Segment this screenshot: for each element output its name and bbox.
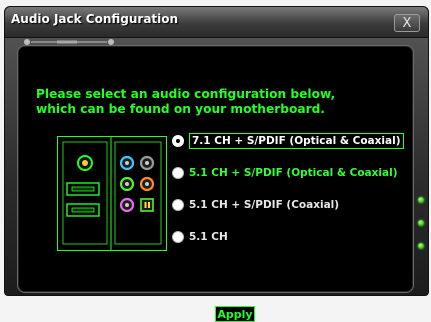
content-panel: Please select an audio configuration bel… xyxy=(17,45,414,322)
option-5-1-ch-spdif-coaxial[interactable]: 5.1 CH + S/PDIF (Coaxial) xyxy=(173,194,413,216)
audio-jack-panel-icon xyxy=(57,136,167,251)
radio-checked-icon[interactable] xyxy=(173,136,183,146)
option-label: 7.1 CH + S/PDIF (Optical & Coaxial) xyxy=(189,133,404,149)
option-label: 5.1 CH xyxy=(189,231,228,243)
option-5-1-ch[interactable]: 5.1 CH xyxy=(173,226,413,248)
radio-icon[interactable] xyxy=(173,232,183,242)
audio-jack-config-window: Audio Jack Configuration X Please select… xyxy=(4,6,429,322)
title-bar[interactable]: Audio Jack Configuration X xyxy=(5,7,428,38)
option-5-1-ch-spdif-optical-coaxial[interactable]: 5.1 CH + S/PDIF (Optical & Coaxial) xyxy=(173,162,413,184)
radio-icon[interactable] xyxy=(173,200,183,210)
radio-icon[interactable] xyxy=(173,168,183,178)
option-label: 5.1 CH + S/PDIF (Optical & Coaxial) xyxy=(189,167,398,179)
status-led-icon xyxy=(418,243,424,249)
option-label: 5.1 CH + S/PDIF (Coaxial) xyxy=(189,199,340,211)
status-led-icon xyxy=(418,197,424,203)
close-button[interactable]: X xyxy=(394,14,420,32)
close-icon: X xyxy=(402,16,412,31)
instruction-heading: Please select an audio configuration bel… xyxy=(36,87,336,116)
apply-button[interactable]: Apply xyxy=(215,306,255,322)
status-led-icon xyxy=(418,220,424,226)
window-title: Audio Jack Configuration xyxy=(11,12,179,26)
option-7-1-ch-spdif-optical-coaxial[interactable]: 7.1 CH + S/PDIF (Optical & Coaxial) xyxy=(173,130,413,152)
audio-options-group: 7.1 CH + S/PDIF (Optical & Coaxial) 5.1 … xyxy=(173,130,413,258)
